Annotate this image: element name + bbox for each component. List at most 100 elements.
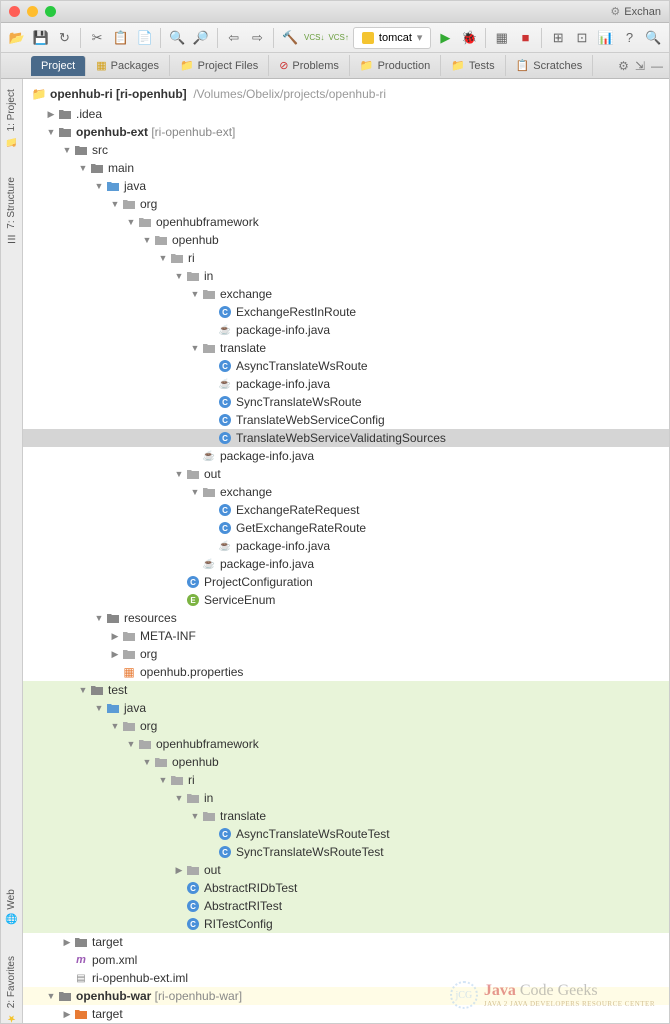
expand-arrow-icon[interactable]: ▼ xyxy=(173,793,185,803)
tree-row[interactable]: ▦ openhub.properties xyxy=(23,663,669,681)
expand-arrow-icon[interactable]: ▶ xyxy=(45,109,57,120)
expand-arrow-icon[interactable]: ▼ xyxy=(157,253,169,263)
expand-arrow-icon[interactable]: ▼ xyxy=(93,613,105,623)
tree-row[interactable]: ▼ src xyxy=(23,141,669,159)
tab-production[interactable]: 📁Production xyxy=(350,55,441,76)
tree-row[interactable]: ▼ java xyxy=(23,177,669,195)
tree-row[interactable]: ▼ main xyxy=(23,159,669,177)
tree-row[interactable]: C ExchangeRateRequest xyxy=(23,501,669,519)
tree-row[interactable]: C ProjectConfiguration xyxy=(23,573,669,591)
maximize-window-button[interactable] xyxy=(45,6,56,17)
expand-arrow-icon[interactable]: ▼ xyxy=(77,163,89,173)
tree-row[interactable]: m pom.xml xyxy=(23,951,669,969)
build-icon[interactable]: 🔨 xyxy=(280,27,300,49)
expand-arrow-icon[interactable]: ▼ xyxy=(173,469,185,479)
tree-row[interactable]: ▼ test xyxy=(23,681,669,699)
tree-row[interactable]: ▼ out xyxy=(23,465,669,483)
help-icon[interactable]: ? xyxy=(620,27,640,49)
zoom-in-icon[interactable]: 🔍 xyxy=(167,27,187,49)
expand-arrow-icon[interactable]: ▼ xyxy=(173,271,185,281)
expand-arrow-icon[interactable]: ▼ xyxy=(189,487,201,497)
expand-arrow-icon[interactable]: ▼ xyxy=(125,217,137,227)
tab-project-files[interactable]: 📁Project Files xyxy=(170,55,269,76)
tree-row[interactable]: C AsyncTranslateWsRouteTest xyxy=(23,825,669,843)
tree-row[interactable]: ▼ ri xyxy=(23,249,669,267)
expand-arrow-icon[interactable]: ▼ xyxy=(189,811,201,821)
paste-icon[interactable]: 📄 xyxy=(135,27,155,49)
expand-arrow-icon[interactable]: ▼ xyxy=(45,991,57,1001)
debug-icon[interactable]: 🐞 xyxy=(459,27,479,49)
tree-row[interactable]: ▼ in xyxy=(23,267,669,285)
settings-icon[interactable]: ⊡ xyxy=(572,27,592,49)
expand-arrow-icon[interactable]: ▶ xyxy=(61,1009,73,1020)
tree-row[interactable]: ▼ openhub xyxy=(23,231,669,249)
tree-row[interactable]: ▼ org xyxy=(23,717,669,735)
tree-row[interactable]: C ExchangeRestInRoute xyxy=(23,303,669,321)
tree-row[interactable]: ☕ package-info.java xyxy=(23,537,669,555)
refresh-icon[interactable]: ↻ xyxy=(55,27,75,49)
hide-icon[interactable]: — xyxy=(651,59,663,73)
open-file-icon[interactable]: 📂 xyxy=(7,27,27,49)
sidebar-web[interactable]: 🌐Web xyxy=(6,889,17,926)
tree-row[interactable]: C TranslateWebServiceValidatingSources xyxy=(23,429,669,447)
tree-row[interactable]: C SyncTranslateWsRouteTest xyxy=(23,843,669,861)
expand-arrow-icon[interactable]: ▼ xyxy=(61,145,73,155)
expand-arrow-icon[interactable]: ▼ xyxy=(189,289,201,299)
stop-icon[interactable]: ■ xyxy=(516,27,536,49)
tree-row[interactable]: ▶ .idea xyxy=(23,105,669,123)
tree-row[interactable]: E ServiceEnum xyxy=(23,591,669,609)
tree-row[interactable]: ▼ resources xyxy=(23,609,669,627)
back-icon[interactable]: ⇦ xyxy=(224,27,244,49)
tree-row[interactable]: C SyncTranslateWsRoute xyxy=(23,393,669,411)
search-everywhere-icon[interactable]: 🔍 xyxy=(643,27,663,49)
copy-icon[interactable]: 📋 xyxy=(111,27,131,49)
tree-row[interactable]: ▼ translate xyxy=(23,807,669,825)
tree-row[interactable]: ☕ package-info.java xyxy=(23,375,669,393)
sidebar-project[interactable]: 📁1: Project xyxy=(6,89,17,147)
expand-arrow-icon[interactable]: ▼ xyxy=(109,199,121,209)
forward-icon[interactable]: ⇨ xyxy=(248,27,268,49)
tree-row[interactable]: ☕ package-info.java xyxy=(23,321,669,339)
tree-row[interactable]: ▼ org xyxy=(23,195,669,213)
tab-packages[interactable]: ▦Packages xyxy=(86,55,170,76)
expand-arrow-icon[interactable]: ▼ xyxy=(141,235,153,245)
tree-row[interactable]: C AbstractRITest xyxy=(23,897,669,915)
tree-row[interactable]: ▼ java xyxy=(23,699,669,717)
tree-row[interactable]: ☕ package-info.java xyxy=(23,447,669,465)
coverage-icon[interactable]: ▦ xyxy=(492,27,512,49)
expand-arrow-icon[interactable]: ▼ xyxy=(141,757,153,767)
tree-row[interactable]: ▶ org xyxy=(23,645,669,663)
tree-row[interactable]: C GetExchangeRateRoute xyxy=(23,519,669,537)
tree-row[interactable]: C RITestConfig xyxy=(23,915,669,933)
tree-row[interactable]: ▶ META-INF xyxy=(23,627,669,645)
tree-row[interactable]: ▼ openhubframework xyxy=(23,213,669,231)
tab-tests[interactable]: 📁Tests xyxy=(441,55,505,76)
expand-arrow-icon[interactable]: ▼ xyxy=(77,685,89,695)
gear-icon[interactable]: ⚙ xyxy=(618,59,629,73)
expand-arrow-icon[interactable]: ▼ xyxy=(45,127,57,137)
expand-arrow-icon[interactable]: ▼ xyxy=(109,721,121,731)
expand-arrow-icon[interactable]: ▶ xyxy=(109,631,121,642)
expand-arrow-icon[interactable]: ▼ xyxy=(93,181,105,191)
sidebar-structure[interactable]: ☰7: Structure xyxy=(6,177,17,244)
tab-scratches[interactable]: 📋Scratches xyxy=(506,55,594,76)
tree-row[interactable]: C AsyncTranslateWsRoute xyxy=(23,357,669,375)
tree-row[interactable]: ▼ openhub-ext [ri-openhub-ext] xyxy=(23,123,669,141)
run-icon[interactable]: ▶ xyxy=(435,27,455,49)
tree-row[interactable]: ▼ ri xyxy=(23,771,669,789)
tree-row[interactable]: ☕ package-info.java xyxy=(23,555,669,573)
expand-arrow-icon[interactable]: ▶ xyxy=(109,649,121,660)
tree-row[interactable]: C AbstractRIDbTest xyxy=(23,879,669,897)
tab-problems[interactable]: ⊘Problems xyxy=(269,55,350,76)
tree-row[interactable]: ▼ translate xyxy=(23,339,669,357)
run-config-selector[interactable]: tomcat ▾ xyxy=(353,27,432,49)
expand-arrow-icon[interactable]: ▼ xyxy=(189,343,201,353)
collapse-icon[interactable]: ⇲ xyxy=(635,59,645,73)
tree-row[interactable]: ▼ exchange xyxy=(23,483,669,501)
tree-row[interactable]: ▼ exchange xyxy=(23,285,669,303)
zoom-out-icon[interactable]: 🔎 xyxy=(191,27,211,49)
expand-arrow-icon[interactable]: ▼ xyxy=(125,739,137,749)
close-window-button[interactable] xyxy=(9,6,20,17)
tree-row[interactable]: ▼ openhub xyxy=(23,753,669,771)
cut-icon[interactable]: ✂ xyxy=(87,27,107,49)
